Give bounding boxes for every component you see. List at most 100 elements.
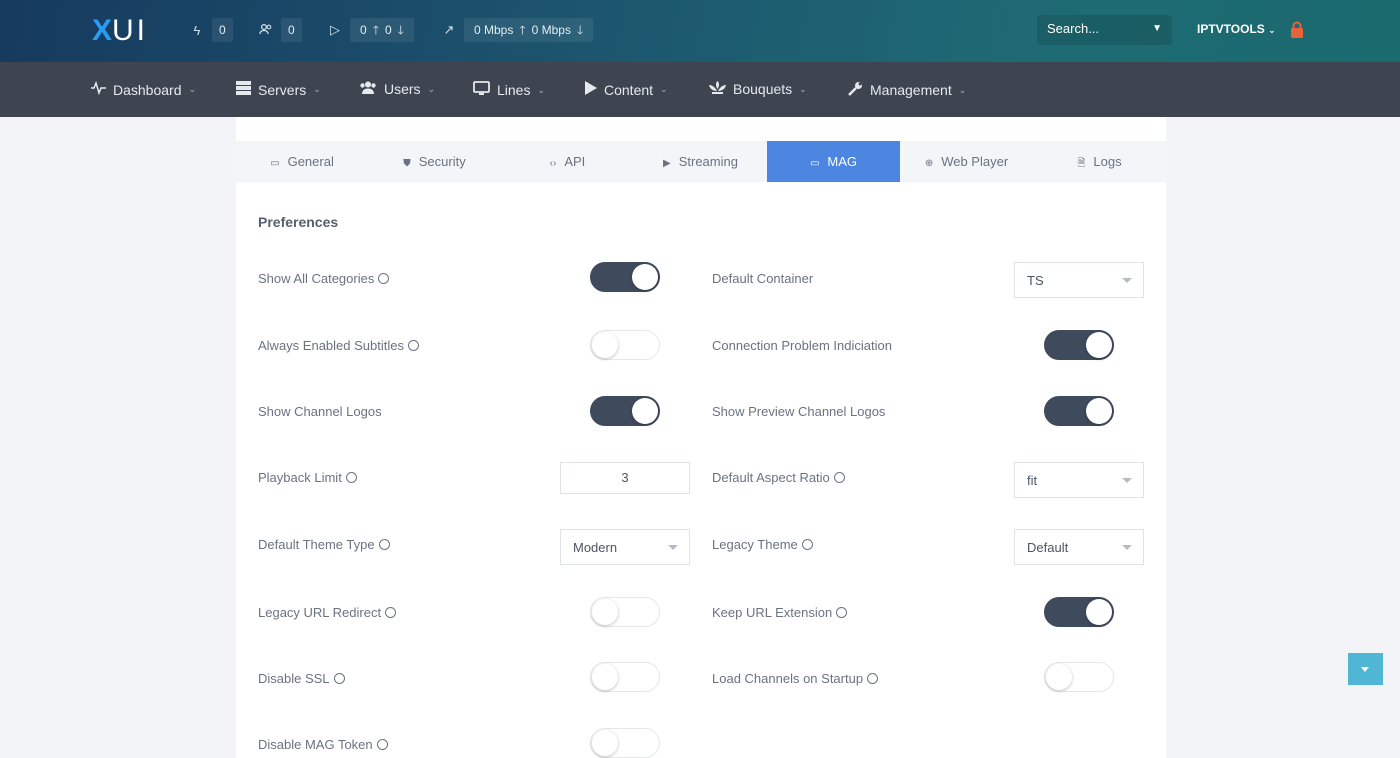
- label-show-preview-channel-logos: Show Preview Channel Logos: [712, 404, 886, 419]
- tab-web-player[interactable]: ⊕ Web Player: [900, 141, 1033, 182]
- label-load-channels-on-startup: Load Channels on Startup: [712, 671, 879, 686]
- chevron-down-icon: ⌄: [1268, 25, 1276, 35]
- label-default-aspect-ratio: Default Aspect Ratio: [712, 470, 845, 485]
- nav-bouquets[interactable]: Bouquets ⌄: [709, 81, 807, 97]
- nav-content[interactable]: Content ⌄: [585, 81, 668, 98]
- user-menu[interactable]: IPTVTOOLS ⌄: [1197, 22, 1276, 36]
- toggle-show-channel-logos[interactable]: [590, 396, 660, 426]
- help-icon[interactable]: [345, 472, 357, 483]
- label-keep-url-extension: Keep URL Extension: [712, 605, 848, 620]
- xui-logo[interactable]: XUI: [92, 14, 148, 48]
- streams-counts: 0 🡑 0 🡓: [350, 18, 414, 42]
- toggle-disable-mag-token[interactable]: [590, 728, 660, 758]
- monitor-icon: ▭: [809, 158, 820, 169]
- nav-lines[interactable]: Lines ⌄: [473, 81, 545, 99]
- help-icon[interactable]: [836, 607, 848, 618]
- play-icon: [585, 81, 597, 98]
- toggle-show-all-categories[interactable]: [590, 262, 660, 292]
- arrow-up-icon: 🡑: [519, 23, 526, 37]
- label-default-container: Default Container: [712, 271, 814, 286]
- users-stat[interactable]: 0: [255, 17, 302, 43]
- help-icon[interactable]: [333, 673, 345, 684]
- tab-security[interactable]: ⛊ Security: [368, 141, 501, 182]
- chevron-down-icon: ⌄: [958, 84, 967, 95]
- shield-icon: ⛊: [403, 158, 411, 169]
- help-icon[interactable]: [801, 539, 813, 550]
- top-bar: XUI ϟ 0 0 ▷ 0 🡑 0 🡓 ↗ 0 Mbps 🡑 0 Mbps 🡓 Search…: [0, 0, 1400, 62]
- settings-card: ▭ General ⛊ Security ‹› API ▶ Streaming ▭ MAG…: [236, 117, 1166, 758]
- users-icon: [255, 23, 277, 38]
- legacy-theme-select[interactable]: Default: [1014, 529, 1144, 565]
- default-aspect-ratio-select[interactable]: fit: [1014, 462, 1144, 498]
- chevron-down-icon: [1122, 278, 1132, 283]
- help-icon[interactable]: [376, 739, 388, 750]
- toggle-connection-problem-indication[interactable]: [1044, 330, 1114, 360]
- chevron-down-icon: ⌄: [313, 84, 321, 94]
- help-icon[interactable]: [833, 472, 845, 483]
- toggle-legacy-url-redirect[interactable]: [590, 597, 660, 627]
- nav-users[interactable]: Users ⌄: [359, 81, 435, 97]
- main-nav: Dashboard ⌄ Servers ⌄ Users ⌄ Lines ⌄ Conten…: [0, 62, 1400, 117]
- code-icon: ‹›: [549, 158, 557, 169]
- label-legacy-url-redirect: Legacy URL Redirect: [258, 605, 397, 620]
- arrow-down-icon: 🡓: [397, 23, 404, 37]
- help-icon[interactable]: [378, 273, 390, 284]
- arrow-down-icon: 🡓: [576, 23, 584, 37]
- users-icon: [359, 81, 377, 97]
- trending-up-icon: ↗: [443, 22, 455, 37]
- nav-dashboard[interactable]: Dashboard ⌄: [91, 80, 197, 98]
- wrench-icon: [848, 81, 863, 99]
- chevron-down-icon: ⌄: [188, 84, 197, 94]
- users-count: 0: [281, 18, 302, 42]
- chevron-down-icon: ⌄: [427, 83, 436, 94]
- toggle-load-channels-on-startup[interactable]: [1044, 662, 1114, 692]
- toggle-keep-url-extension[interactable]: [1044, 597, 1114, 627]
- flower-icon: [709, 81, 726, 97]
- monitor-icon: [473, 81, 490, 99]
- toggle-disable-ssl[interactable]: [590, 662, 660, 692]
- chevron-down-icon: ⌄: [537, 84, 546, 95]
- nav-management[interactable]: Management ⌄: [848, 81, 966, 99]
- play-icon: ▷: [330, 22, 340, 37]
- chevron-down-icon: ⌄: [660, 84, 668, 94]
- section-title: Preferences: [258, 214, 339, 230]
- tab-streaming[interactable]: ▶ Streaming: [634, 141, 767, 182]
- caret-down-icon: [1361, 667, 1369, 672]
- toggle-always-enabled-subtitles[interactable]: [590, 330, 660, 360]
- tab-general[interactable]: ▭ General: [236, 141, 368, 182]
- playback-limit-input[interactable]: 3: [560, 462, 690, 494]
- streams-stat[interactable]: ▷ 0 🡑 0 🡓: [324, 17, 414, 43]
- toggle-show-preview-channel-logos[interactable]: [1044, 396, 1114, 426]
- tab-api[interactable]: ‹› API: [501, 141, 634, 182]
- chevron-down-icon: [1122, 545, 1132, 550]
- settings-tabs: ▭ General ⛊ Security ‹› API ▶ Streaming ▭ MAG…: [236, 141, 1166, 182]
- nav-servers[interactable]: Servers ⌄: [236, 81, 321, 98]
- chevron-down-icon: ⌄: [799, 83, 807, 94]
- bandwidth-stat[interactable]: ↗ 0 Mbps 🡑 0 Mbps 🡓: [438, 17, 594, 43]
- help-icon[interactable]: [385, 607, 397, 618]
- tab-mag[interactable]: ▭ MAG: [767, 141, 900, 182]
- default-container-select[interactable]: TS: [1014, 262, 1144, 298]
- scroll-down-button[interactable]: [1348, 653, 1383, 685]
- label-legacy-theme: Legacy Theme: [712, 537, 813, 552]
- arrow-up-icon: 🡑: [372, 23, 379, 37]
- search-input[interactable]: Search... ▼: [1037, 15, 1172, 45]
- label-disable-mag-token: Disable MAG Token: [258, 737, 388, 752]
- label-show-channel-logos: Show Channel Logos: [258, 404, 382, 419]
- help-icon[interactable]: [407, 340, 419, 351]
- default-theme-type-select[interactable]: Modern: [560, 529, 690, 565]
- lock-icon[interactable]: [1290, 21, 1304, 38]
- id-card-icon: ▭: [270, 158, 280, 169]
- chevron-down-icon: [668, 545, 678, 550]
- server-icon: [236, 81, 251, 98]
- bandwidth-values: 0 Mbps 🡑 0 Mbps 🡓: [464, 18, 594, 42]
- help-icon[interactable]: [378, 539, 390, 550]
- lightning-icon: ϟ: [193, 22, 201, 38]
- tab-logs[interactable]: 🗎 Logs: [1033, 141, 1166, 182]
- label-playback-limit: Playback Limit: [258, 470, 357, 485]
- connections-stat[interactable]: ϟ 0: [186, 17, 233, 43]
- help-icon[interactable]: [867, 673, 879, 684]
- globe-icon: ⊕: [924, 158, 934, 169]
- label-disable-ssl: Disable SSL: [258, 671, 345, 686]
- chevron-down-icon: ▼: [1152, 23, 1162, 34]
